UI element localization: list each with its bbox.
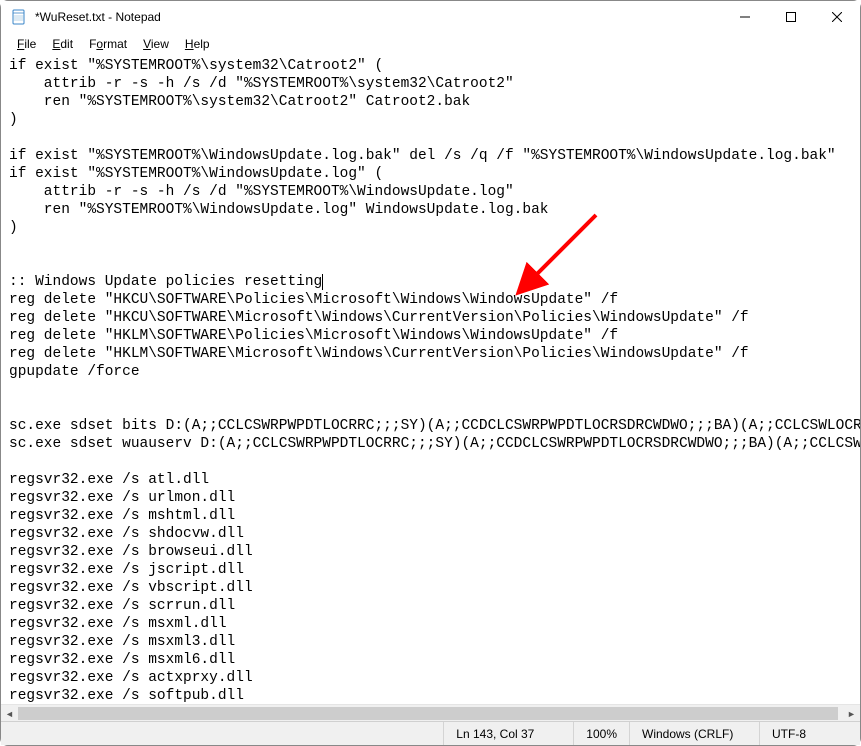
horizontal-scrollbar[interactable]: ◄ ►: [1, 704, 860, 721]
scroll-thumb[interactable]: [18, 707, 838, 720]
menu-format[interactable]: Format: [81, 34, 135, 54]
menu-view[interactable]: View: [135, 34, 177, 54]
notepad-icon: [11, 9, 27, 25]
scroll-right-arrow[interactable]: ►: [843, 705, 860, 722]
scroll-left-arrow[interactable]: ◄: [1, 705, 18, 722]
minimize-button[interactable]: [722, 1, 768, 33]
editor-text[interactable]: if exist "%SYSTEMROOT%\system32\Catroot2…: [1, 55, 860, 704]
menu-edit[interactable]: Edit: [44, 34, 81, 54]
menu-file[interactable]: File: [9, 34, 44, 54]
window-title: *WuReset.txt - Notepad: [35, 10, 722, 24]
status-zoom: 100%: [574, 722, 630, 745]
titlebar: *WuReset.txt - Notepad: [1, 1, 860, 33]
menu-help[interactable]: Help: [177, 34, 218, 54]
status-encoding: UTF-8: [760, 722, 860, 745]
close-button[interactable]: [814, 1, 860, 33]
editor-area[interactable]: if exist "%SYSTEMROOT%\system32\Catroot2…: [1, 55, 860, 704]
window-controls: [722, 1, 860, 33]
maximize-button[interactable]: [768, 1, 814, 33]
status-position: Ln 143, Col 37: [444, 722, 574, 745]
statusbar: Ln 143, Col 37 100% Windows (CRLF) UTF-8: [1, 721, 860, 745]
status-line-ending: Windows (CRLF): [630, 722, 760, 745]
menubar: File Edit Format View Help: [1, 33, 860, 55]
